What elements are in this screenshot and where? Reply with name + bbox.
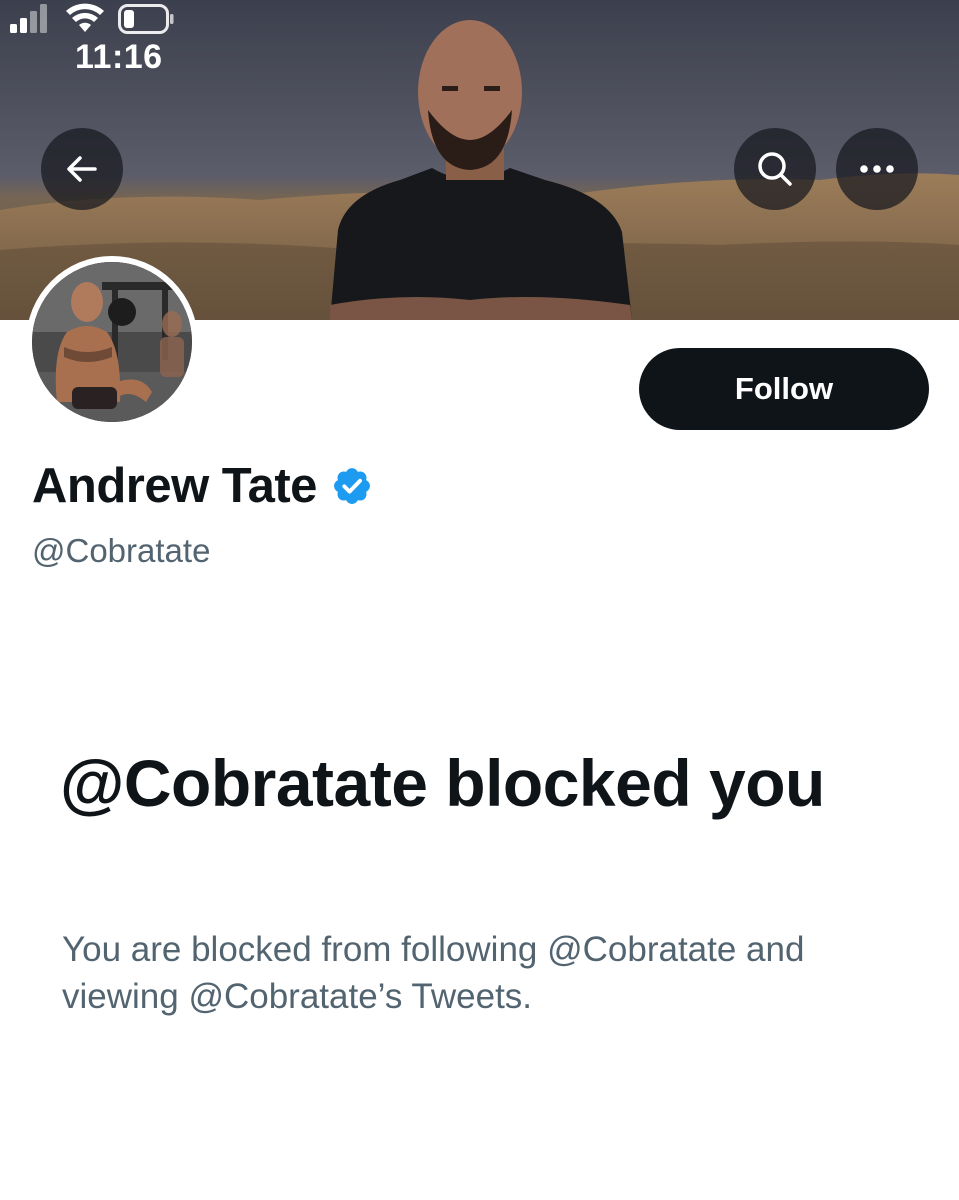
profile-name-row: Andrew Tate — [32, 458, 373, 514]
profile-handle: @Cobratate — [32, 532, 211, 569]
search-button[interactable] — [734, 128, 816, 210]
verified-badge-icon[interactable] — [331, 465, 373, 507]
profile-page: 11:16 Follow Andrew Tate @Cobratate @Cob… — [0, 0, 959, 1200]
follow-button[interactable]: Follow — [639, 348, 929, 430]
avatar[interactable] — [26, 256, 198, 428]
avatar-image — [32, 262, 192, 422]
avatar-photo — [32, 262, 192, 422]
cellular-signal-icon — [10, 4, 47, 33]
status-icons — [10, 3, 174, 34]
more-options-button[interactable] — [836, 128, 918, 210]
back-button[interactable] — [41, 128, 123, 210]
battery-icon — [118, 4, 174, 34]
display-name: Andrew Tate — [32, 459, 317, 513]
wifi-icon — [66, 3, 104, 32]
blocked-description: You are blocked from following @Cobratat… — [62, 930, 805, 1016]
ellipsis-icon — [860, 165, 894, 173]
arrow-left-icon — [67, 156, 97, 182]
blocked-title: @Cobratate blocked you — [60, 746, 825, 820]
search-icon — [758, 152, 792, 186]
status-time: 11:16 — [75, 38, 163, 76]
